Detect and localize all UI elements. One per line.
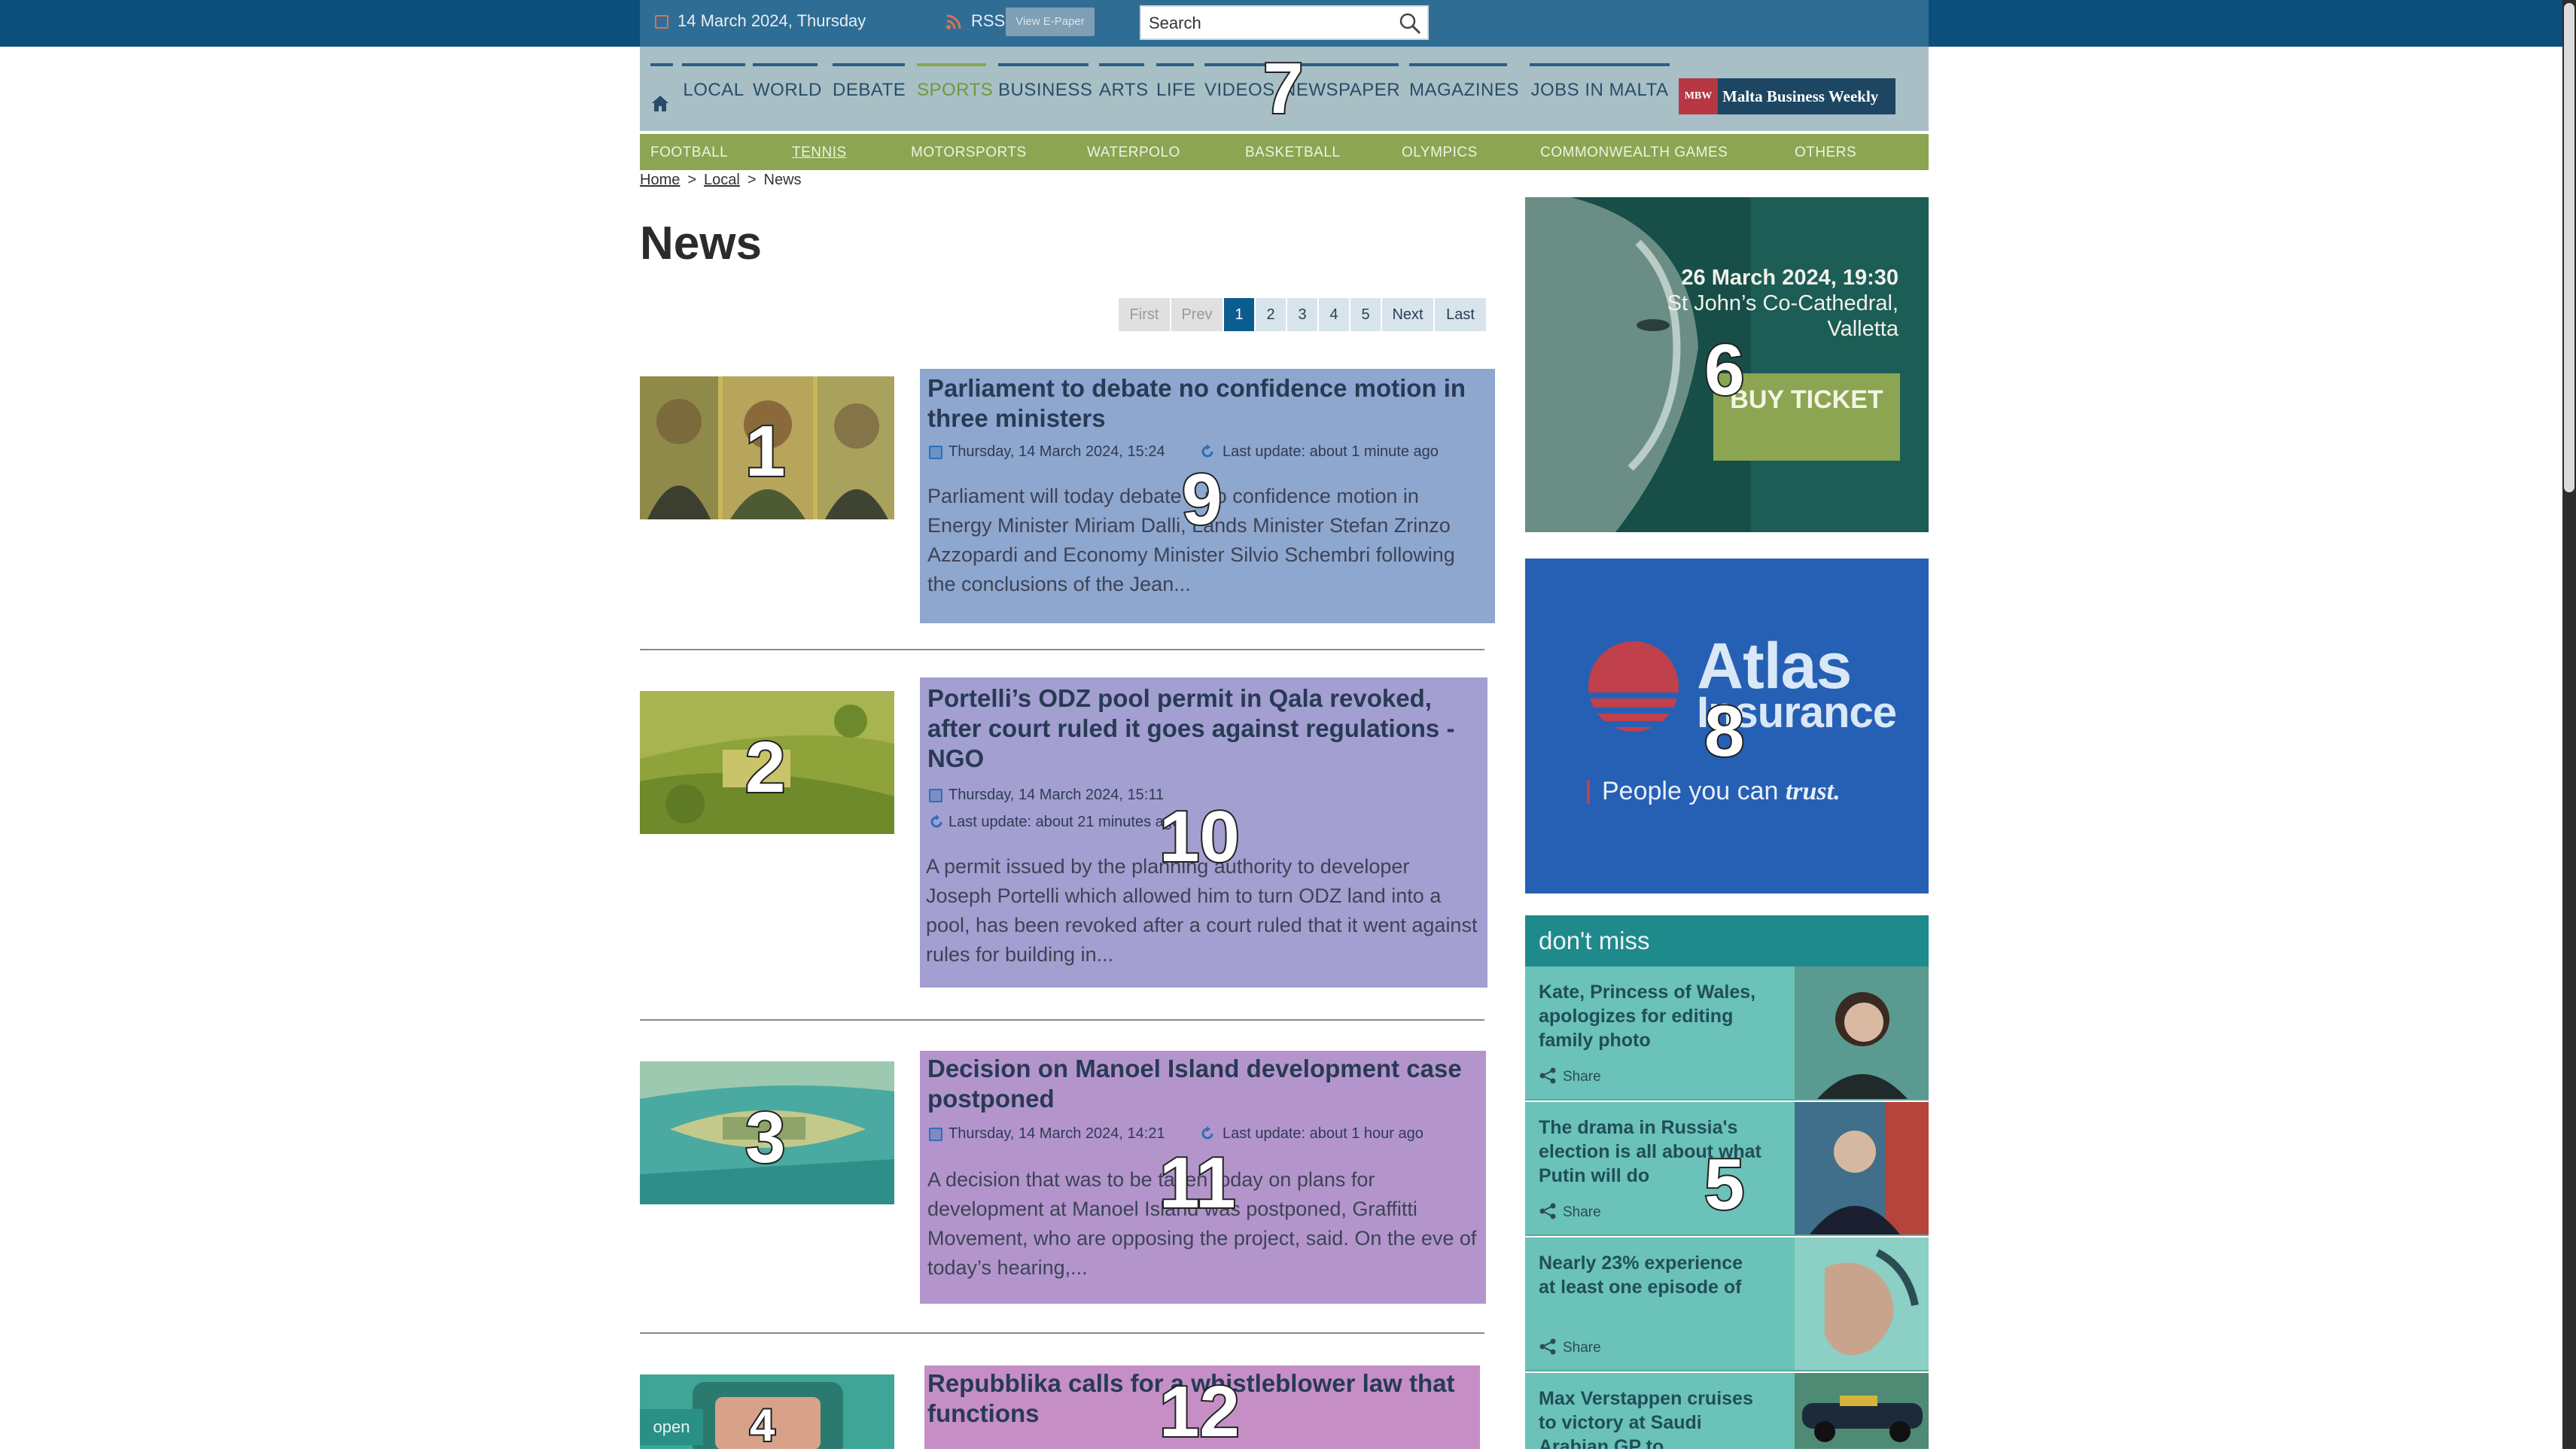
calendar-icon xyxy=(655,15,668,29)
page-title: News xyxy=(640,218,762,269)
overlay-label: 1 xyxy=(744,411,787,492)
breadcrumb: Home > Local > News xyxy=(640,172,802,188)
page-scrollbar-thumb[interactable] xyxy=(2564,3,2574,492)
tagline-accent xyxy=(1587,780,1590,804)
overlay-label: 9 xyxy=(1180,459,1223,540)
pager-first[interactable]: First xyxy=(1119,298,1170,331)
article-date: Thursday, 14 March 2024, 15:11 xyxy=(948,787,1165,803)
open-tag: open xyxy=(640,1409,703,1445)
nav-item-world[interactable]: WORLD xyxy=(753,30,821,100)
refresh-icon xyxy=(1201,444,1213,458)
overlay-label: 3 xyxy=(744,1097,787,1178)
dont-miss-thumbnail[interactable] xyxy=(1795,1237,1929,1370)
ad-event-city: Valletta xyxy=(1827,317,1899,341)
calendar-icon xyxy=(929,446,942,459)
pager-page-4[interactable]: 4 xyxy=(1319,298,1349,331)
nav-item-arts[interactable]: ARTS xyxy=(1099,30,1148,100)
refresh-icon xyxy=(1201,1126,1213,1140)
overlay-label: 2 xyxy=(744,727,787,808)
overlay-label: 8 xyxy=(1703,691,1746,772)
mbw-logo: MBW xyxy=(1679,78,1718,114)
nav-item-business[interactable]: BUSINESS xyxy=(998,30,1092,100)
calendar-icon xyxy=(929,1128,942,1141)
share-link[interactable]: Share xyxy=(1539,1069,1601,1085)
nav-item-magazines[interactable]: MAGAZINES xyxy=(1409,30,1518,100)
nav-item-sports[interactable]: SPORTS xyxy=(917,30,993,100)
nav-item-life[interactable]: LIFE xyxy=(1156,30,1195,100)
article-date: Thursday, 14 March 2024, 15:24 xyxy=(948,443,1165,460)
breadcrumb-home[interactable]: Home xyxy=(640,172,680,188)
calendar-icon xyxy=(929,789,942,802)
overlay-label: 7 xyxy=(1262,48,1305,129)
overlay-label: 10 xyxy=(1158,796,1241,877)
overlay-label: 4 xyxy=(748,1400,776,1450)
pager-next[interactable]: Next xyxy=(1382,298,1433,331)
dont-miss-item[interactable]: Kate, Princess of Wales, apologizes for … xyxy=(1525,966,1929,1100)
ad-event-details: 26 March 2024, 19:30 St John’s Co-Cathed… xyxy=(1667,265,1899,342)
dont-miss-thumbnail[interactable] xyxy=(1795,1102,1929,1234)
article-divider xyxy=(640,1019,1484,1021)
dont-miss-title[interactable]: Kate, Princess of Wales, apologizes for … xyxy=(1539,980,1765,1052)
malta-business-weekly-link[interactable]: MBW Malta Business Weekly xyxy=(1679,78,1895,114)
article-divider xyxy=(640,649,1484,650)
dont-miss-heading: don't miss xyxy=(1525,915,1929,966)
home-icon[interactable] xyxy=(650,93,670,113)
pager-page-5[interactable]: 5 xyxy=(1350,298,1381,331)
article-title[interactable]: Decision on Manoel Island development ca… xyxy=(927,1054,1477,1114)
ad-event-venue: St John’s Co-Cathedral, xyxy=(1667,291,1899,315)
subnav-motorsports[interactable]: MOTORSPORTS xyxy=(911,145,1027,161)
pager-last[interactable]: Last xyxy=(1435,298,1486,331)
subnav-olympics[interactable]: OLYMPICS xyxy=(1402,145,1478,161)
nav-item-videos[interactable]: VIDEOS xyxy=(1204,30,1274,100)
subnav-others[interactable]: OTHERS xyxy=(1795,145,1856,161)
breadcrumb-current: News xyxy=(763,172,802,188)
article-last-update: Last update: about 1 hour ago xyxy=(1223,1125,1423,1142)
rss-link[interactable]: RSS xyxy=(971,11,1005,31)
share-link[interactable]: Share xyxy=(1539,1204,1601,1221)
nav-item-debate[interactable]: DEBATE xyxy=(833,30,906,100)
article-title[interactable]: Portelli’s ODZ pool permit in Qala revok… xyxy=(927,683,1477,774)
nav-item-jobs[interactable]: JOBS IN MALTA xyxy=(1530,30,1670,100)
pager-prev[interactable]: Prev xyxy=(1171,298,1223,331)
atlas-tagline: People you can trust. xyxy=(1602,777,1841,805)
mbw-label: Malta Business Weekly xyxy=(1722,87,1879,105)
nav-home[interactable] xyxy=(650,30,673,75)
dont-miss-item[interactable]: Nearly 23% experience at least one episo… xyxy=(1525,1237,1929,1371)
dont-miss-title[interactable]: Max Verstappen cruises to victory at Sau… xyxy=(1539,1387,1765,1449)
dont-miss-item[interactable]: Max Verstappen cruises to victory at Sau… xyxy=(1525,1373,1929,1449)
subnav-tennis[interactable]: TENNIS xyxy=(792,145,847,161)
overlay-label: 5 xyxy=(1703,1144,1746,1225)
overlay-label: 12 xyxy=(1158,1371,1241,1452)
breadcrumb-local[interactable]: Local xyxy=(704,172,740,188)
rss-icon[interactable] xyxy=(945,14,962,30)
atlas-logo-icon xyxy=(1587,641,1680,732)
share-link[interactable]: Share xyxy=(1539,1340,1601,1356)
refresh-icon xyxy=(930,814,942,828)
subnav-football[interactable]: FOOTBALL xyxy=(650,145,728,161)
pager-page-2[interactable]: 2 xyxy=(1256,298,1286,331)
article-divider xyxy=(640,1332,1484,1334)
article-last-update: Last update: about 1 minute ago xyxy=(1223,443,1439,460)
dont-miss-title[interactable]: Nearly 23% experience at least one episo… xyxy=(1539,1251,1765,1299)
current-date: 14 March 2024, Thursday xyxy=(677,11,866,30)
dont-miss-thumbnail[interactable] xyxy=(1795,966,1929,1099)
subnav-waterpolo[interactable]: WATERPOLO xyxy=(1087,145,1180,161)
overlay-label: 6 xyxy=(1703,330,1746,410)
article-title[interactable]: Parliament to debate no confidence motio… xyxy=(927,373,1487,434)
ad-event-date: 26 March 2024, 19:30 xyxy=(1681,266,1899,290)
pager-page-3[interactable]: 3 xyxy=(1287,298,1317,331)
pager-page-1[interactable]: 1 xyxy=(1224,298,1254,331)
article-date: Thursday, 14 March 2024, 14:21 xyxy=(948,1125,1165,1142)
nav-item-local[interactable]: LOCAL xyxy=(682,30,745,100)
subnav-basketball[interactable]: BASKETBALL xyxy=(1245,145,1340,161)
subnav-commonwealth-games[interactable]: COMMONWEALTH GAMES xyxy=(1540,145,1728,161)
dont-miss-thumbnail[interactable] xyxy=(1795,1373,1929,1449)
article-last-update: Last update: about 21 minutes ago xyxy=(948,814,1181,830)
overlay-label: 11 xyxy=(1158,1143,1238,1223)
